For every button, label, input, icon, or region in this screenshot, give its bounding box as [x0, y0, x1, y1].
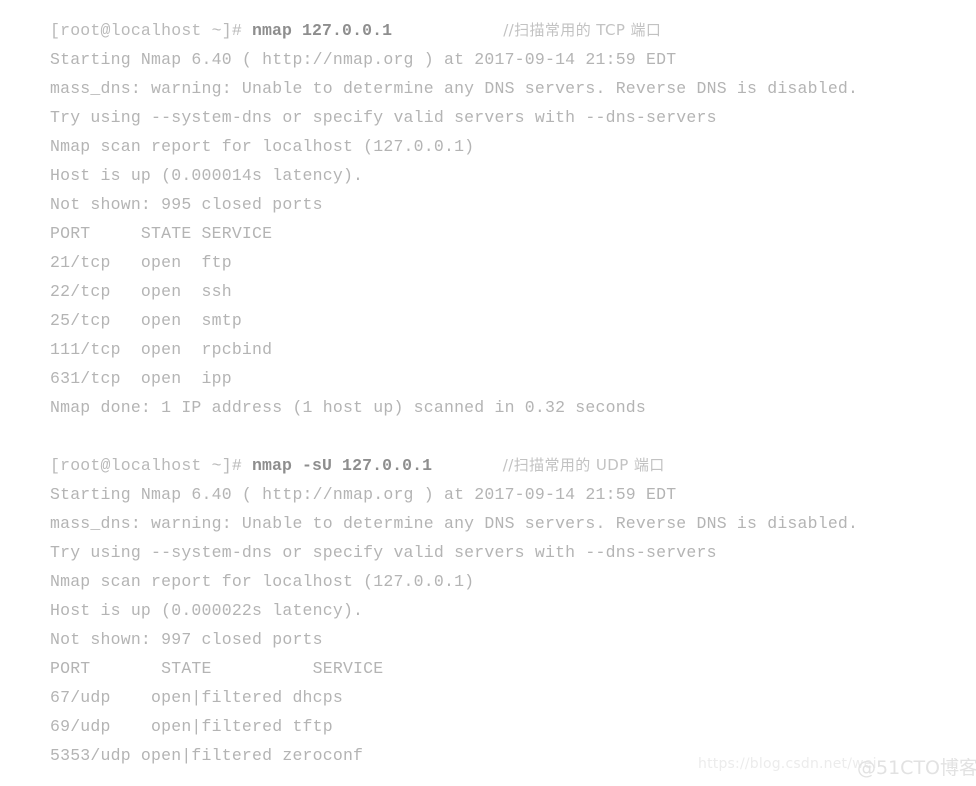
output-line: Nmap scan report for localhost (127.0.0.… — [50, 137, 475, 156]
output-line: Try using --system-dns or specify valid … — [50, 108, 717, 127]
output-line: Not shown: 995 closed ports — [50, 195, 323, 214]
output-line: PORT STATE SERVICE — [50, 224, 273, 243]
comment-gap — [392, 21, 503, 40]
output-line: 22/tcp open ssh — [50, 282, 232, 301]
output-line: PORT STATE SERVICE — [50, 659, 384, 678]
output-line: Try using --system-dns or specify valid … — [50, 543, 717, 562]
output-line: mass_dns: warning: Unable to determine a… — [50, 79, 859, 98]
output-line: 67/udp open|filtered dhcps — [50, 688, 343, 707]
inline-comment: //扫描常用的 UDP 端口 — [502, 456, 665, 474]
comment-gap — [432, 456, 503, 475]
output-line: Nmap done: 1 IP address (1 host up) scan… — [50, 398, 646, 417]
command-line-tcp-scan: [root@localhost ~]# nmap 127.0.0.1 //扫描常… — [50, 16, 976, 45]
typed-command: nmap -sU 127.0.0.1 — [252, 456, 433, 475]
output-line: 631/tcp open ipp — [50, 369, 232, 388]
output-line: Not shown: 997 closed ports — [50, 630, 323, 649]
inline-comment: //扫描常用的 TCP 端口 — [503, 21, 662, 39]
output-line: Host is up (0.000022s latency). — [50, 601, 364, 620]
output-line: 25/tcp open smtp — [50, 311, 242, 330]
terminal-output-area: [root@localhost ~]# nmap 127.0.0.1 //扫描常… — [0, 0, 976, 786]
output-line: Starting Nmap 6.40 ( http://nmap.org ) a… — [50, 50, 677, 69]
csdn-watermark: https://blog.csdn.net/wei — [698, 756, 877, 772]
output-line: Host is up (0.000014s latency). — [50, 166, 364, 185]
shell-prompt: [root@localhost ~]# — [50, 21, 253, 40]
command-line-udp-scan: [root@localhost ~]# nmap -sU 127.0.0.1 /… — [50, 451, 976, 480]
output-line: 21/tcp open ftp — [50, 253, 232, 272]
output-line: Nmap scan report for localhost (127.0.0.… — [50, 572, 475, 591]
output-line: Starting Nmap 6.40 ( http://nmap.org ) a… — [50, 485, 677, 504]
shell-prompt: [root@localhost ~]# — [50, 456, 253, 475]
output-line: mass_dns: warning: Unable to determine a… — [50, 514, 859, 533]
output-line: 69/udp open|filtered tftp — [50, 717, 333, 736]
51cto-watermark: @51CTO博客 — [857, 757, 976, 779]
output-line: 111/tcp open rpcbind — [50, 340, 273, 359]
typed-command: nmap 127.0.0.1 — [252, 21, 393, 40]
